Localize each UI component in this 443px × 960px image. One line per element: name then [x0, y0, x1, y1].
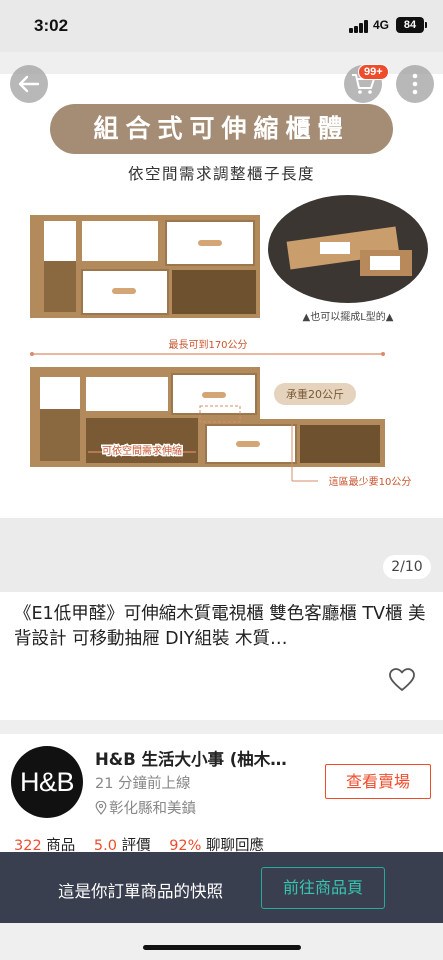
goto-product-button[interactable]: 前往商品頁: [261, 867, 385, 909]
image-page-counter: 2/10: [383, 555, 431, 579]
status-time: 3:02: [34, 16, 69, 35]
product-title-section: 《E1低甲醛》可伸縮木質電視櫃 雙色客廳櫃 TV櫃 美背設計 可移動抽屜 DIY…: [0, 592, 443, 720]
l-shape-photo: [268, 195, 428, 303]
product-title: 《E1低甲醛》可伸縮木質電視櫃 雙色客廳櫃 TV櫃 美背設計 可移動抽屜 DIY…: [14, 604, 426, 649]
more-vertical-icon: [412, 73, 418, 95]
cabinet-top-illustration: [30, 215, 260, 318]
network-type: 4G: [373, 18, 390, 32]
max-length-label: 最長可到170公分: [168, 339, 247, 351]
product-image[interactable]: 組合式可伸縮櫃體 依空間需求調整櫃子長度 ▲也可以擺成L型的▲ 最長可到170公…: [0, 74, 443, 518]
view-shop-button[interactable]: 查看賣場: [325, 764, 431, 799]
snapshot-text: 這是你訂單商品的快照: [58, 882, 223, 901]
shop-location: 彰化縣和美鎮: [95, 797, 196, 818]
shop-online-status: 21 分鐘前上線: [95, 776, 191, 792]
shop-section: H&B H&B 生活大小事 (柚木… 21 分鐘前上線 彰化縣和美鎮 查看賣場 …: [0, 734, 443, 854]
more-button[interactable]: [396, 65, 434, 103]
cabinet-bottom-illustration: [30, 367, 385, 467]
status-bar: 3:02 4G 84: [0, 0, 443, 52]
signal-icon: [349, 20, 369, 33]
furniture-illustration: ▲也可以擺成L型的▲ 最長可到170公分 承重20公斤 可依空間需求伸縮 這區最…: [30, 195, 428, 488]
min-length-label: 這區最少要10公分: [329, 475, 412, 488]
like-button[interactable]: [388, 667, 416, 693]
stretch-label: 可依空間需求伸縮: [102, 444, 182, 457]
cart-badge: 99+: [358, 64, 389, 80]
image-gray-area: [0, 518, 443, 592]
snapshot-bar: 這是你訂單商品的快照 前往商品頁: [0, 852, 443, 923]
shop-name[interactable]: H&B 生活大小事 (柚木…: [95, 746, 287, 770]
battery-icon: 84: [396, 17, 427, 33]
shop-location-text: 彰化縣和美鎮: [109, 801, 196, 817]
shop-avatar[interactable]: H&B: [11, 746, 83, 818]
l-shape-caption: ▲也可以擺成L型的▲: [303, 310, 394, 323]
location-pin-icon: [95, 800, 107, 815]
heart-icon: [389, 668, 415, 691]
load-label: 承重20公斤: [286, 387, 344, 401]
back-button[interactable]: [10, 65, 48, 103]
arrow-left-icon: [18, 75, 40, 93]
home-indicator[interactable]: [143, 945, 301, 950]
